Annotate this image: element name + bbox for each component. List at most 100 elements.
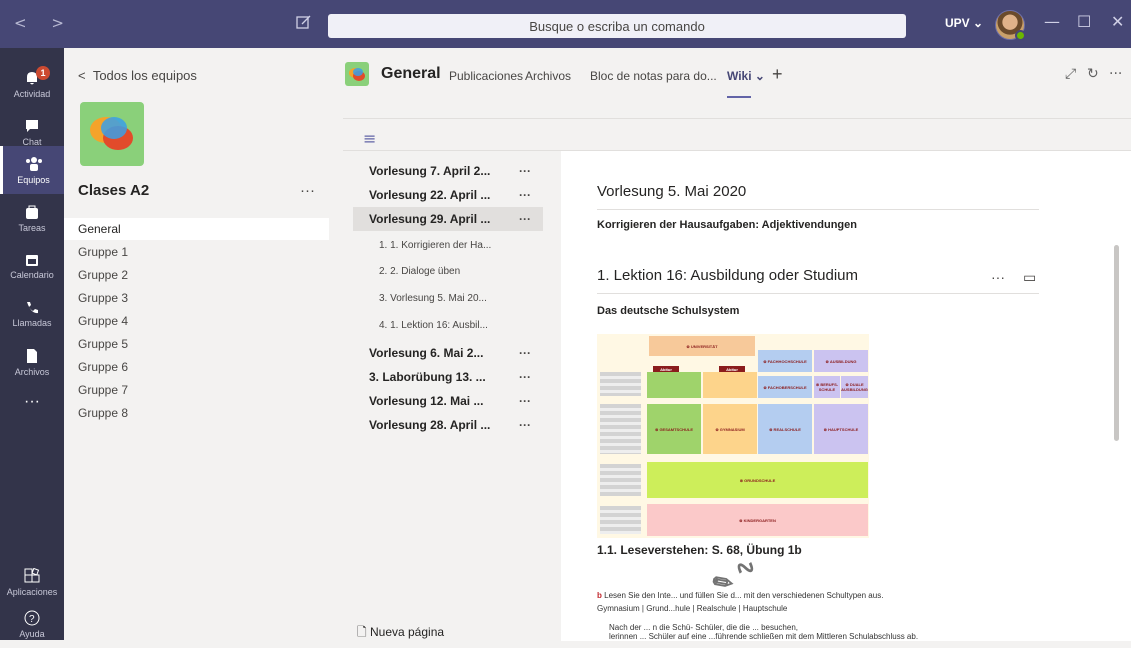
rail-activity[interactable]: Actividad 1 xyxy=(0,60,64,108)
wiki-section-link[interactable]: 2. 2. Dialoge üben xyxy=(379,266,460,277)
channel-general[interactable]: General xyxy=(64,218,329,240)
new-page-button[interactable]: 🗋 Nueva página xyxy=(357,623,444,644)
article-title: Vorlesung 5. Mai 2020 xyxy=(597,183,747,200)
wiki-section-link[interactable]: 1. 1. Korrigieren der Ha... xyxy=(379,240,491,251)
channel-gruppe-2[interactable]: Gruppe 2 xyxy=(64,264,329,286)
channel-title: General xyxy=(381,65,441,82)
wiki-section-link[interactable]: 3. Vorlesung 5. Mai 20... xyxy=(379,293,487,304)
team-panel: < Todos los equipos Clases A2 ··· Genera… xyxy=(64,48,329,640)
page-more-icon[interactable]: ··· xyxy=(519,164,531,178)
wiki-page[interactable]: 3. Laborübung 13. ... ··· xyxy=(353,365,543,389)
maximize-icon[interactable]: ☐ xyxy=(1077,12,1091,31)
rail-help[interactable]: ? Ayuda xyxy=(0,600,64,648)
team-name: Clases A2 xyxy=(78,182,150,199)
section-more-icon[interactable]: ··· xyxy=(991,269,1005,285)
chat-icon xyxy=(26,119,38,132)
nav-arrows[interactable]: < > xyxy=(14,14,74,32)
org-switcher[interactable]: UPV ⌄ xyxy=(945,16,983,30)
team-more-icon[interactable]: ··· xyxy=(300,182,315,199)
realschule-box: ⊗ REALSCHULE xyxy=(758,404,812,454)
fachoberschule-box: ⊗ FACHOBERSCHULE xyxy=(758,376,812,398)
rail-teams[interactable]: Equipos xyxy=(0,146,64,194)
channel-gruppe-3[interactable]: Gruppe 3 xyxy=(64,287,329,309)
fachhochschule-box: ⊗ FACHHOCHSCHULE xyxy=(758,350,812,372)
grade-labels xyxy=(600,372,641,396)
phone-icon xyxy=(27,301,38,313)
gesamtschule-box: ⊗ GESAMTSCHULE xyxy=(647,404,701,454)
page-more-icon[interactable]: ··· xyxy=(519,418,531,432)
gesamtschule-upper xyxy=(647,372,701,398)
rail-assignments[interactable]: Tareas xyxy=(0,194,64,242)
channel-logo xyxy=(345,62,369,86)
channel-header: General Publicaciones Archivos Bloc de n… xyxy=(329,48,1131,100)
presence-icon xyxy=(1015,30,1026,41)
wiki-page[interactable]: Vorlesung 22. April ... ··· xyxy=(353,183,543,207)
page-more-icon[interactable]: ··· xyxy=(519,394,531,408)
chevron-left-icon: < xyxy=(78,68,93,83)
grade-labels xyxy=(600,404,641,454)
duale-ausbildung-box: ⊗ DUALE AUSBILDUNG xyxy=(841,376,868,398)
main-area: General Publicaciones Archivos Bloc de n… xyxy=(329,48,1131,641)
file-icon xyxy=(27,348,37,363)
page-more-icon[interactable]: ··· xyxy=(519,212,531,226)
article-subtitle: Korrigieren der Hausaufgaben: Adjektiven… xyxy=(597,219,857,231)
more-options-icon[interactable]: ··· xyxy=(1109,66,1122,82)
channel-gruppe-4[interactable]: Gruppe 4 xyxy=(64,310,329,332)
page-more-icon[interactable]: ··· xyxy=(519,346,531,360)
channel-gruppe-8[interactable]: Gruppe 8 xyxy=(64,402,329,424)
wiki-article: Vorlesung 5. Mai 2020 Korrigieren der Ha… xyxy=(561,151,1131,641)
schema-heading: Das deutsche Schulsystem xyxy=(597,305,740,317)
grade-labels xyxy=(600,464,641,496)
app-rail: Actividad 1 Chat Equipos Tareas Calendar… xyxy=(0,48,64,640)
minimize-icon[interactable]: — xyxy=(1044,12,1060,31)
comment-icon[interactable]: ▭ xyxy=(1023,269,1036,286)
channel-gruppe-1[interactable]: Gruppe 1 xyxy=(64,241,329,263)
search-input[interactable]: Busque o escriba un comando xyxy=(328,14,906,38)
exercise-caption: 1.1. Leseverstehen: S. 68, Übung 1b xyxy=(597,543,802,557)
wiki-page[interactable]: Vorlesung 7. April 2... ··· xyxy=(353,159,543,183)
page-more-icon[interactable]: ··· xyxy=(519,188,531,202)
wiki-content: ≡ Vorlesung 7. April 2... ··· Vorlesung 2… xyxy=(343,118,1131,641)
tab-wiki[interactable]: Wiki ⌄ xyxy=(727,69,765,83)
wiki-page[interactable]: Vorlesung 6. Mai 2... ··· xyxy=(353,341,543,365)
divider xyxy=(597,209,1039,210)
tab-notebook[interactable]: Bloc de notas para do... xyxy=(590,69,717,83)
wiki-page[interactable]: Vorlesung 12. Mai ... ··· xyxy=(353,389,543,413)
gymnasium-upper xyxy=(703,372,757,398)
expand-icon[interactable]: ⤢ xyxy=(1065,66,1076,82)
grundschule-box: ⊗ GRUNDSCHULE xyxy=(647,462,868,498)
bag-icon xyxy=(26,205,38,219)
apps-icon xyxy=(24,567,40,582)
rail-calendar[interactable]: Calendario xyxy=(0,242,64,290)
wiki-section-link[interactable]: 4. 1. Lektion 16: Ausbil... xyxy=(379,320,488,331)
page-more-icon[interactable]: ··· xyxy=(519,370,531,384)
activity-badge: 1 xyxy=(36,66,50,80)
refresh-icon[interactable]: ↻ xyxy=(1087,66,1099,82)
channel-gruppe-5[interactable]: Gruppe 5 xyxy=(64,333,329,355)
age-labels xyxy=(600,506,641,534)
section-title: 1. Lektion 16: Ausbildung oder Studium xyxy=(597,267,859,284)
rail-calls[interactable]: Llamadas xyxy=(0,290,64,338)
wiki-page-list: Vorlesung 7. April 2... ··· Vorlesung 22.… xyxy=(343,151,561,641)
wiki-page-active[interactable]: Vorlesung 29. April ... ··· xyxy=(353,207,543,231)
close-icon[interactable]: ✕ xyxy=(1111,12,1124,31)
ausbildung-box: ⊗ AUSBILDUNG xyxy=(814,350,868,372)
add-tab-button[interactable]: + xyxy=(772,64,783,85)
wiki-page[interactable]: Vorlesung 28. April ... ··· xyxy=(353,413,543,437)
scrollbar[interactable] xyxy=(1114,245,1119,441)
hamburger-icon[interactable]: ≡ xyxy=(363,129,376,148)
channel-gruppe-7[interactable]: Gruppe 7 xyxy=(64,379,329,401)
channel-gruppe-6[interactable]: Gruppe 6 xyxy=(64,356,329,378)
new-page-icon: 🗋 xyxy=(357,625,370,639)
tab-publicaciones[interactable]: Publicaciones xyxy=(449,69,523,83)
rail-more[interactable]: ··· xyxy=(0,378,64,426)
back-to-teams-link[interactable]: < Todos los equipos xyxy=(78,68,197,83)
universitaet-box: ⊗ UNIVERSITÄT xyxy=(649,336,755,356)
rail-apps[interactable]: Aplicaciones xyxy=(0,558,64,606)
title-bar: < > Busque o escriba un comando UPV ⌄ — … xyxy=(0,0,1131,48)
wiki-toolbar: ≡ xyxy=(343,119,1131,151)
hauptschule-box: ⊗ HAUPTSCHULE xyxy=(814,404,868,454)
tab-archivos[interactable]: Archivos xyxy=(525,69,571,83)
compose-icon[interactable] xyxy=(296,14,316,34)
active-tab-indicator xyxy=(727,96,751,98)
